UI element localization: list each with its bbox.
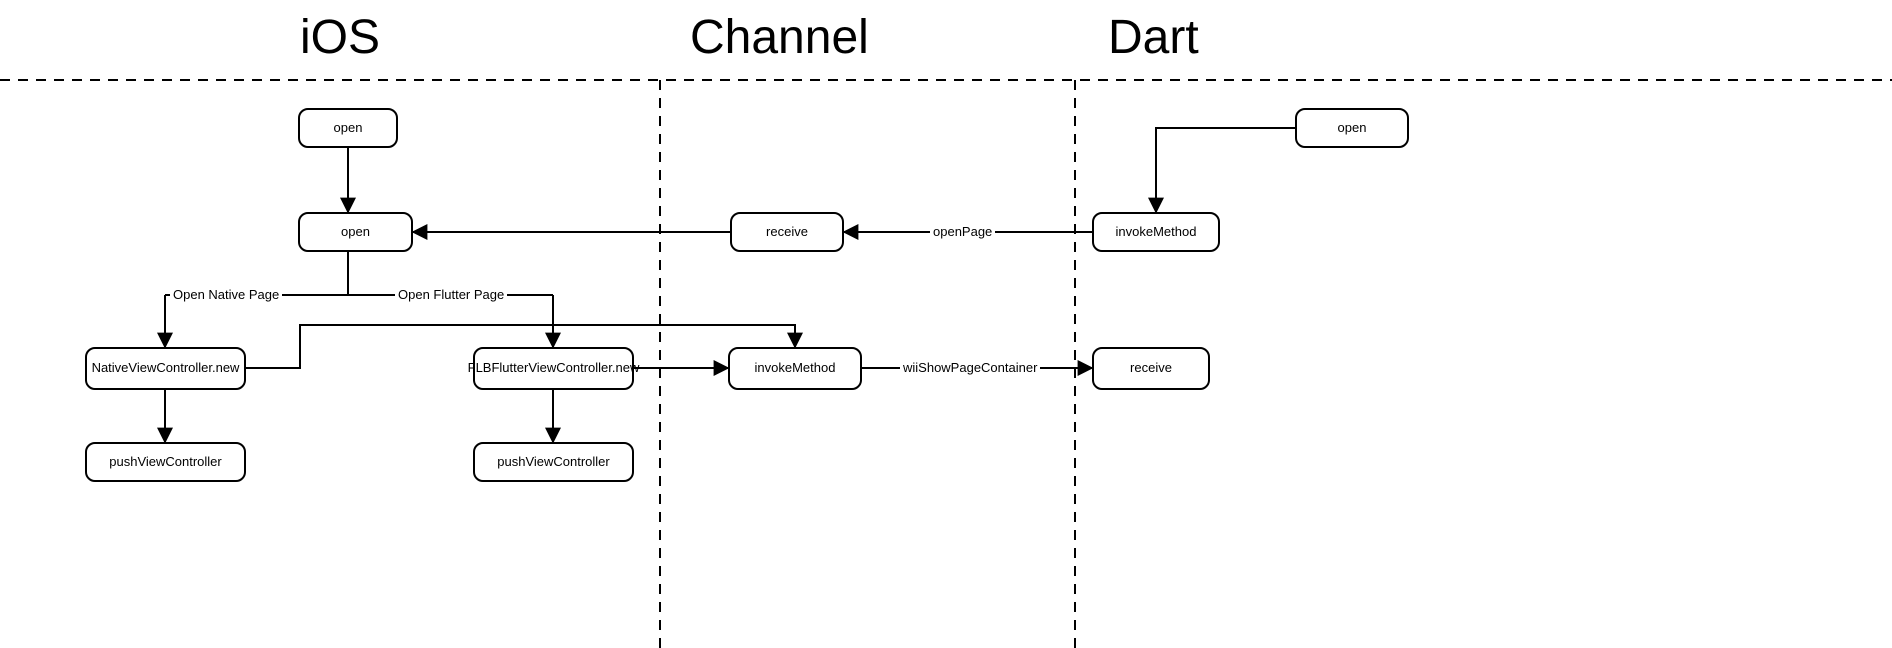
section-title-channel: Channel: [690, 10, 869, 65]
node-native-vc-new: NativeViewController.new: [85, 347, 246, 390]
node-flb-vc-new: FLBFlutterViewController.new: [473, 347, 634, 390]
node-dart-invoke: invokeMethod: [1092, 212, 1220, 252]
connectors-svg: [0, 0, 1892, 648]
node-dart-open: open: [1295, 108, 1409, 148]
edge-label-open-page: openPage: [930, 224, 995, 239]
edge-label-open-native: Open Native Page: [170, 287, 282, 302]
node-push-vc-right: pushViewController: [473, 442, 634, 482]
node-ios-open-top: open: [298, 108, 398, 148]
diagram-canvas: iOS Channel Dart: [0, 0, 1892, 648]
node-ios-open-mid: open: [298, 212, 413, 252]
edge-label-open-flutter: Open Flutter Page: [395, 287, 507, 302]
node-dart-receive: receive: [1092, 347, 1210, 390]
section-title-ios: iOS: [300, 10, 380, 65]
node-channel-receive: receive: [730, 212, 844, 252]
node-channel-invoke: invokeMethod: [728, 347, 862, 390]
edge-label-wii-show: wiiShowPageContainer: [900, 360, 1040, 375]
section-title-dart: Dart: [1108, 10, 1199, 65]
node-push-vc-left: pushViewController: [85, 442, 246, 482]
